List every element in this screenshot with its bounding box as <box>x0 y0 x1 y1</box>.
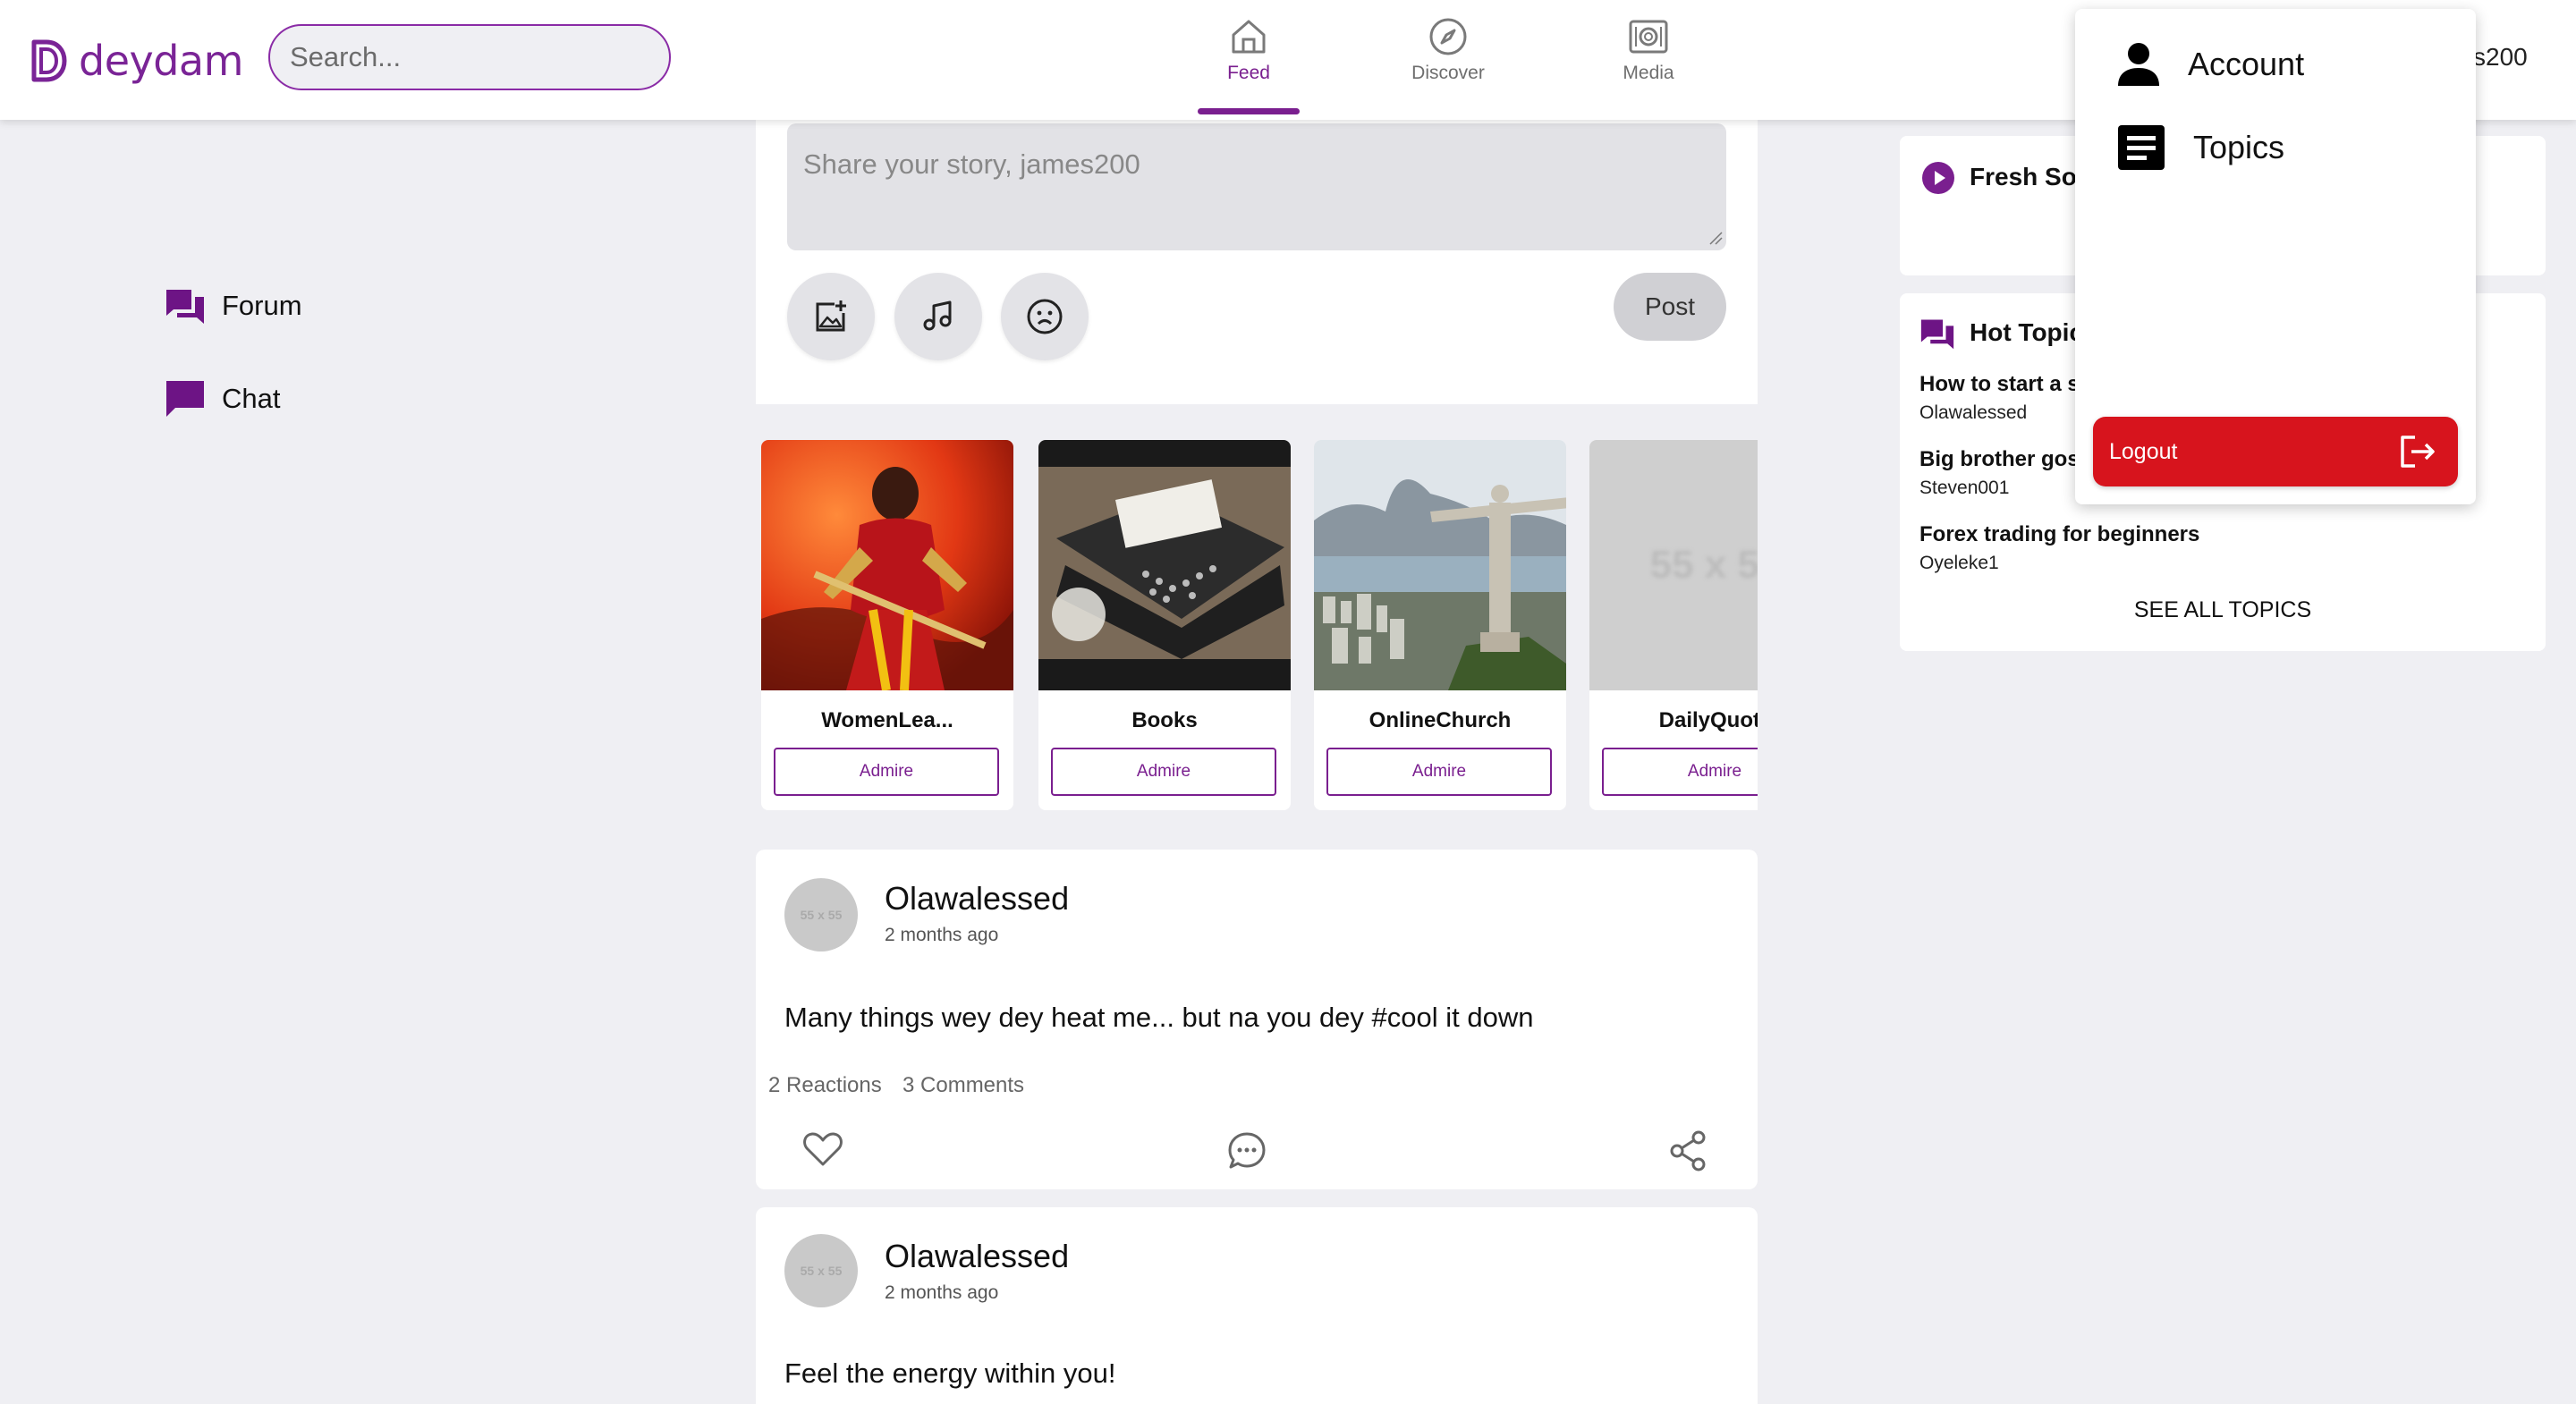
community-image-books <box>1038 440 1291 690</box>
see-all-topics-link[interactable]: SEE ALL TOPICS <box>1900 597 2546 623</box>
music-icon <box>923 300 952 331</box>
logout-icon <box>2401 436 2435 468</box>
menu-item-label: Account <box>2188 46 2305 82</box>
logo-icon <box>31 39 67 82</box>
logout-label: Logout <box>2109 438 2178 464</box>
logo[interactable]: deydam <box>29 34 243 88</box>
comments-count[interactable]: 3 Comments <box>902 1073 1024 1098</box>
nav-discover-label: Discover <box>1411 63 1485 83</box>
menu-item-topics[interactable]: Topics <box>2116 123 2284 172</box>
community-name: WomenLea... <box>821 708 953 732</box>
topic-title[interactable]: Big brother gos <box>1919 447 2080 472</box>
person-icon <box>2118 43 2159 86</box>
community-image-placeholder: 55 x 55 <box>1589 440 1758 690</box>
forum-icon <box>166 290 204 324</box>
communities-strip[interactable]: WomenLea... Admire Books Admire OnlineCh… <box>756 435 1758 819</box>
fresh-sounds-title: Fresh So <box>1970 163 2077 190</box>
avatar[interactable]: 55 x 55 <box>784 878 858 952</box>
nav-media[interactable]: Media <box>1586 16 1711 114</box>
post-text: Many things wey dey heat me... but na yo… <box>784 1002 1534 1033</box>
chat-icon <box>166 381 204 417</box>
add-image-button[interactable] <box>787 273 875 360</box>
topic-author: Olawalessed <box>1919 402 2028 423</box>
topic-author: Steven001 <box>1919 478 2010 498</box>
topic-author: Oyeleke1 <box>1919 553 1999 573</box>
menu-item-account[interactable]: Account <box>2116 41 2304 88</box>
logout-button[interactable]: Logout <box>2093 417 2458 486</box>
story-input[interactable]: Share your story, james200 <box>787 123 1726 250</box>
community-card[interactable]: OnlineChurch Admire <box>1314 440 1566 810</box>
sidebar-item-forum[interactable]: Forum <box>165 286 302 326</box>
topic-title[interactable]: How to start a s <box>1919 372 2080 397</box>
admire-button[interactable]: Admire <box>1051 748 1276 796</box>
post-text: Feel the energy within you! <box>784 1357 1116 1389</box>
play-circle-icon[interactable] <box>1921 161 1955 195</box>
post-author[interactable]: Olawalessed <box>885 1238 1069 1275</box>
add-emoji-button[interactable] <box>1001 273 1089 360</box>
community-card[interactable]: 55 x 55 DailyQuote Admire <box>1589 440 1758 810</box>
reactions-count[interactable]: 2 Reactions <box>768 1073 882 1098</box>
topic-item[interactable]: Big brother gos Steven001 <box>1919 447 2080 499</box>
topic-item[interactable]: Forex trading for beginners Oyeleke1 <box>1919 522 2199 574</box>
nav-feed-label: Feed <box>1227 63 1270 83</box>
comment-icon[interactable] <box>1226 1130 1267 1171</box>
nav-media-label: Media <box>1623 63 1674 83</box>
admire-button[interactable]: Admire <box>1326 748 1552 796</box>
placeholder-size-text: 55 x 55 <box>1649 543 1758 587</box>
post-time: 2 months ago <box>885 1282 999 1303</box>
admire-button[interactable]: Admire <box>1602 748 1758 796</box>
active-tab-indicator <box>1198 108 1300 114</box>
admire-button[interactable]: Admire <box>774 748 999 796</box>
sidebar-item-label: Forum <box>222 290 302 321</box>
post-button[interactable]: Post <box>1614 273 1726 341</box>
nav-feed[interactable]: Feed <box>1186 16 1311 114</box>
community-image-women <box>761 440 1013 690</box>
post-time: 2 months ago <box>885 925 999 945</box>
avatar-placeholder-text: 55 x 55 <box>800 1264 843 1278</box>
nav-discover[interactable]: Discover <box>1385 16 1511 114</box>
community-image-church <box>1314 440 1566 690</box>
post-author[interactable]: Olawalessed <box>885 880 1069 918</box>
share-icon[interactable] <box>1668 1130 1707 1171</box>
topics-icon <box>2118 125 2165 170</box>
forum-icon <box>1920 319 1954 350</box>
avatar-placeholder-text: 55 x 55 <box>800 908 843 922</box>
feed-post: 55 x 55 Olawalessed 2 months ago Many th… <box>756 850 1758 1189</box>
account-dropdown-menu: Account Topics Logout <box>2075 9 2476 504</box>
media-icon <box>1629 20 1668 54</box>
avatar[interactable]: 55 x 55 <box>784 1234 858 1307</box>
resize-handle-icon[interactable] <box>1708 231 1723 245</box>
community-name: DailyQuote <box>1658 708 1758 732</box>
sidebar-item-label: Chat <box>222 383 281 414</box>
feed-post: 55 x 55 Olawalessed 2 months ago Feel th… <box>756 1207 1758 1404</box>
community-name: OnlineChurch <box>1368 708 1512 732</box>
like-icon[interactable] <box>802 1130 843 1168</box>
menu-item-label: Topics <box>2193 129 2285 165</box>
community-card[interactable]: WomenLea... Admire <box>761 440 1013 810</box>
compass-icon <box>1429 18 1467 55</box>
hot-topics-title: Hot Topic <box>1970 318 2084 346</box>
logo-text: deydam <box>79 37 243 85</box>
search-input[interactable] <box>268 24 671 90</box>
topic-title[interactable]: Forex trading for beginners <box>1919 522 2199 547</box>
add-image-icon <box>816 300 846 332</box>
community-card[interactable]: Books Admire <box>1038 440 1291 810</box>
topic-item[interactable]: How to start a s Olawalessed <box>1919 372 2080 424</box>
add-music-button[interactable] <box>894 273 982 360</box>
emoji-icon <box>1027 299 1063 334</box>
community-name: Books <box>1131 708 1198 732</box>
user-name[interactable]: s200 <box>2473 43 2528 72</box>
sidebar-item-chat[interactable]: Chat <box>165 379 280 419</box>
home-icon <box>1232 20 1266 54</box>
